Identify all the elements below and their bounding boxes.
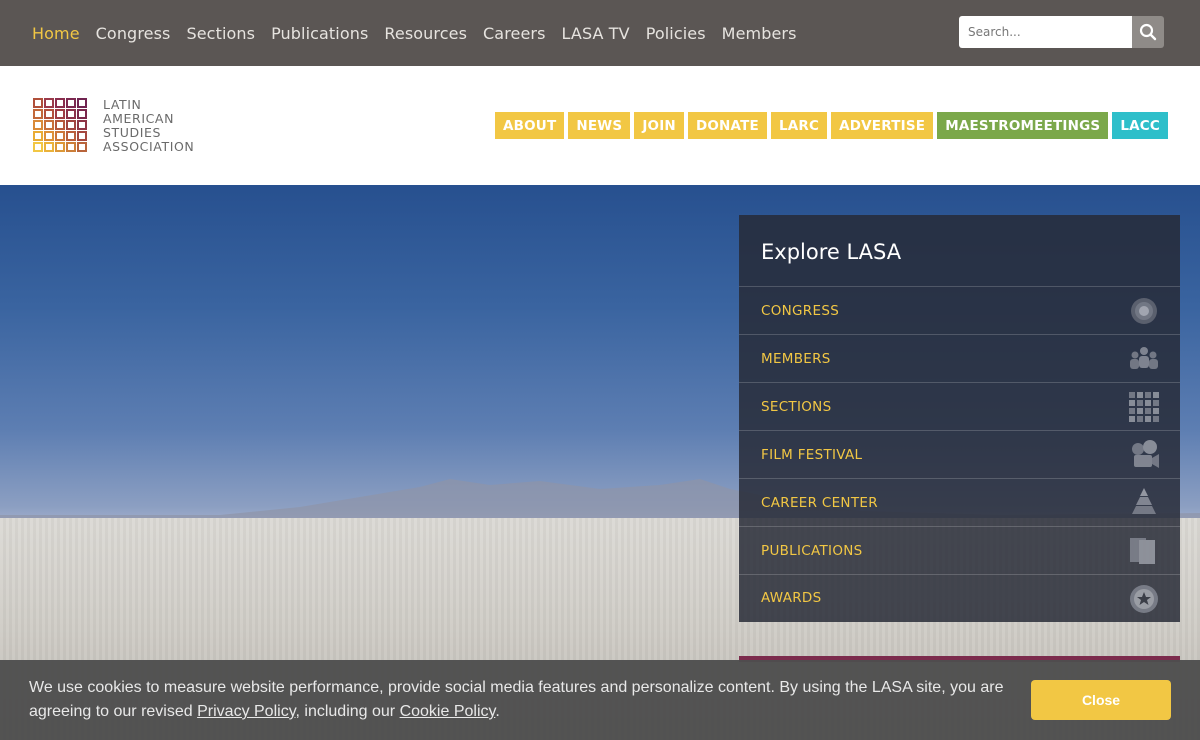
top-navigation-bar: Home Congress Sections Publications Reso… — [0, 0, 1200, 66]
explore-link[interactable]: MEMBERS — [761, 351, 831, 367]
nav-publications[interactable]: Publications — [271, 24, 368, 43]
nav-home[interactable]: Home — [32, 24, 80, 43]
explore-item-career-center[interactable]: CAREER CENTER — [739, 479, 1180, 527]
cookie-close-button[interactable]: Close — [1031, 680, 1171, 720]
search-icon — [1139, 23, 1157, 41]
site-header: LATIN AMERICAN STUDIES ASSOCIATION ABOUT… — [0, 66, 1200, 185]
pill-news[interactable]: NEWS — [568, 112, 631, 139]
nav-policies[interactable]: Policies — [646, 24, 706, 43]
main-nav: Home Congress Sections Publications Reso… — [32, 0, 797, 66]
pill-advertise[interactable]: ADVERTISE — [831, 112, 934, 139]
nav-sections[interactable]: Sections — [186, 24, 255, 43]
pill-maestromeetings[interactable]: MAESTROMEETINGS — [937, 112, 1109, 139]
pyramid-icon — [1132, 488, 1156, 514]
explore-link[interactable]: PUBLICATIONS — [761, 543, 863, 559]
nav-congress[interactable]: Congress — [96, 24, 171, 43]
search-input[interactable] — [959, 16, 1132, 48]
explore-link[interactable]: CONGRESS — [761, 303, 839, 319]
cookie-text: , including our — [295, 703, 400, 720]
nav-members[interactable]: Members — [722, 24, 797, 43]
target-icon — [1131, 298, 1157, 324]
search-button[interactable] — [1132, 16, 1164, 48]
explore-link[interactable]: FILM FESTIVAL — [761, 447, 862, 463]
nav-lasa-tv[interactable]: LASA TV — [562, 24, 630, 43]
grid-icon — [1129, 392, 1159, 422]
logo-line: AMERICAN — [103, 111, 175, 126]
pill-lacc[interactable]: LACC — [1112, 112, 1168, 139]
pill-about[interactable]: ABOUT — [494, 112, 565, 139]
explore-link[interactable]: SECTIONS — [761, 399, 831, 415]
cookie-banner: We use cookies to measure website perfor… — [0, 660, 1200, 740]
logo-grid-icon — [33, 98, 87, 152]
explore-link[interactable]: AWARDS — [761, 590, 822, 606]
people-icon — [1130, 347, 1158, 369]
explore-link[interactable]: CAREER CENTER — [761, 495, 878, 511]
explore-item-congress[interactable]: CONGRESS — [739, 287, 1180, 335]
pill-larc[interactable]: LARC — [770, 112, 828, 139]
logo-text: LATIN AMERICAN STUDIES ASSOCIATION — [103, 98, 194, 154]
explore-item-members[interactable]: MEMBERS — [739, 335, 1180, 383]
lasa-logo[interactable]: LATIN AMERICAN STUDIES ASSOCIATION — [33, 98, 194, 154]
nav-careers[interactable]: Careers — [483, 24, 546, 43]
logo-line: STUDIES — [103, 125, 162, 140]
explore-panel: Explore LASA CONGRESS MEMBERS SECTIONS F… — [739, 215, 1180, 622]
nav-resources[interactable]: Resources — [384, 24, 467, 43]
logo-line: LATIN — [103, 97, 142, 112]
cookie-text: We use cookies to measure website perfor… — [29, 679, 1004, 720]
cookie-policy-link[interactable]: Cookie Policy — [400, 703, 496, 720]
books-icon — [1130, 538, 1155, 564]
film-camera-icon — [1132, 440, 1159, 468]
explore-title: Explore LASA — [739, 215, 1180, 287]
award-star-icon — [1130, 585, 1158, 613]
cookie-text: . — [495, 703, 500, 720]
explore-item-sections[interactable]: SECTIONS — [739, 383, 1180, 431]
cookie-message: We use cookies to measure website perfor… — [29, 676, 1019, 724]
explore-item-publications[interactable]: PUBLICATIONS — [739, 527, 1180, 575]
logo-line: ASSOCIATION — [103, 139, 195, 154]
explore-item-film-festival[interactable]: FILM FESTIVAL — [739, 431, 1180, 479]
pill-donate[interactable]: DONATE — [687, 112, 767, 139]
pill-join[interactable]: JOIN — [634, 112, 684, 139]
explore-list: CONGRESS MEMBERS SECTIONS FILM FESTIVAL … — [739, 287, 1180, 621]
search-box — [959, 16, 1164, 48]
explore-item-awards[interactable]: AWARDS — [739, 575, 1180, 621]
privacy-policy-link[interactable]: Privacy Policy — [197, 703, 295, 720]
header-quick-links: ABOUT NEWS JOIN DONATE LARC ADVERTISE MA… — [494, 112, 1168, 139]
